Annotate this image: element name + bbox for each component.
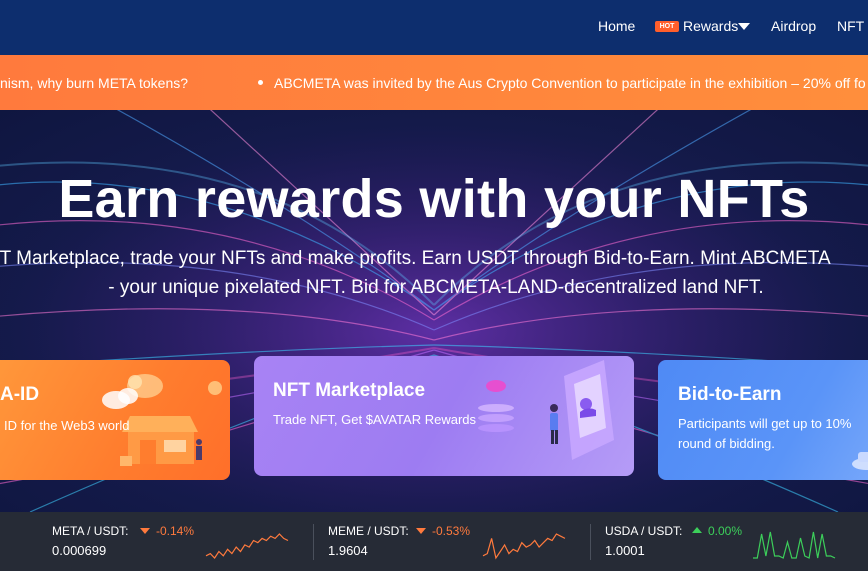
top-nav: Home HOT Rewards Airdrop NFT M xyxy=(0,0,868,55)
card-description: ID for the Web3 world xyxy=(4,418,130,433)
pair-label: USDA / USDT: xyxy=(605,524,683,538)
hero-title: Earn rewards with your NFTs xyxy=(58,169,810,229)
nav-airdrop-link[interactable]: Airdrop xyxy=(771,18,816,34)
bullet-icon xyxy=(258,80,263,85)
price-change: 0.00% xyxy=(708,524,743,538)
card-title: A-ID xyxy=(0,384,40,405)
price-value: 1.0001 xyxy=(605,543,645,558)
price-value: 1.9604 xyxy=(328,543,368,558)
price-change: -0.53% xyxy=(432,524,471,538)
chevron-down-icon[interactable] xyxy=(738,23,750,30)
card-bid-to-earn[interactable]: Bid-to-Earn Participants will get up to … xyxy=(658,360,868,480)
nav-nft-marketplace-link[interactable]: NFT M xyxy=(837,18,868,34)
ticker-item[interactable]: nism, why burn META tokens? xyxy=(0,75,188,91)
price-value: 0.000699 xyxy=(52,543,107,558)
pair-label: MEME / USDT: xyxy=(328,524,409,538)
card-description: Participants will get up to 10% xyxy=(678,416,852,431)
card-title: NFT Marketplace xyxy=(273,380,426,401)
card-nft-marketplace[interactable]: NFT Marketplace Trade NFT, Get $AVATAR R… xyxy=(254,356,634,476)
sparkline-chart xyxy=(753,531,836,559)
arrow-up-icon xyxy=(692,527,702,533)
divider xyxy=(590,524,591,560)
divider xyxy=(313,524,314,560)
market-price-bar: META / USDT: -0.14% 0.000699 MEME / USDT… xyxy=(0,512,868,571)
sparkline-line xyxy=(205,533,289,559)
pair-label: META / USDT: xyxy=(52,524,129,538)
arrow-down-icon xyxy=(416,528,426,534)
price-change: -0.14% xyxy=(156,524,195,538)
hot-badge: HOT xyxy=(655,21,679,32)
arrow-down-icon xyxy=(140,528,150,534)
hero-subtitle: - your unique pixelated NFT. Bid for ABC… xyxy=(108,277,764,298)
hero-section: Earn rewards with your NFTs FT Marketpla… xyxy=(0,110,868,512)
sparkline-line xyxy=(482,533,566,560)
card-description: round of bidding. xyxy=(678,436,775,451)
nav-home-link[interactable]: Home xyxy=(598,18,635,34)
ticker-item[interactable]: ABCMETA was invited by the Aus Crypto Co… xyxy=(274,75,866,91)
card-a-id[interactable]: A-ID ID for the Web3 world xyxy=(0,360,230,480)
card-description: Trade NFT, Get $AVATAR Rewards xyxy=(273,412,476,427)
sparkline-line xyxy=(753,531,836,559)
card-title: Bid-to-Earn xyxy=(678,384,782,405)
nav-rewards-link[interactable]: Rewards xyxy=(683,18,738,34)
announcement-ticker: nism, why burn META tokens? ABCMETA was … xyxy=(0,55,868,110)
sparkline-chart xyxy=(205,533,289,559)
hero-subtitle: FT Marketplace, trade your NFTs and make… xyxy=(0,248,831,269)
sparkline-chart xyxy=(482,533,566,560)
